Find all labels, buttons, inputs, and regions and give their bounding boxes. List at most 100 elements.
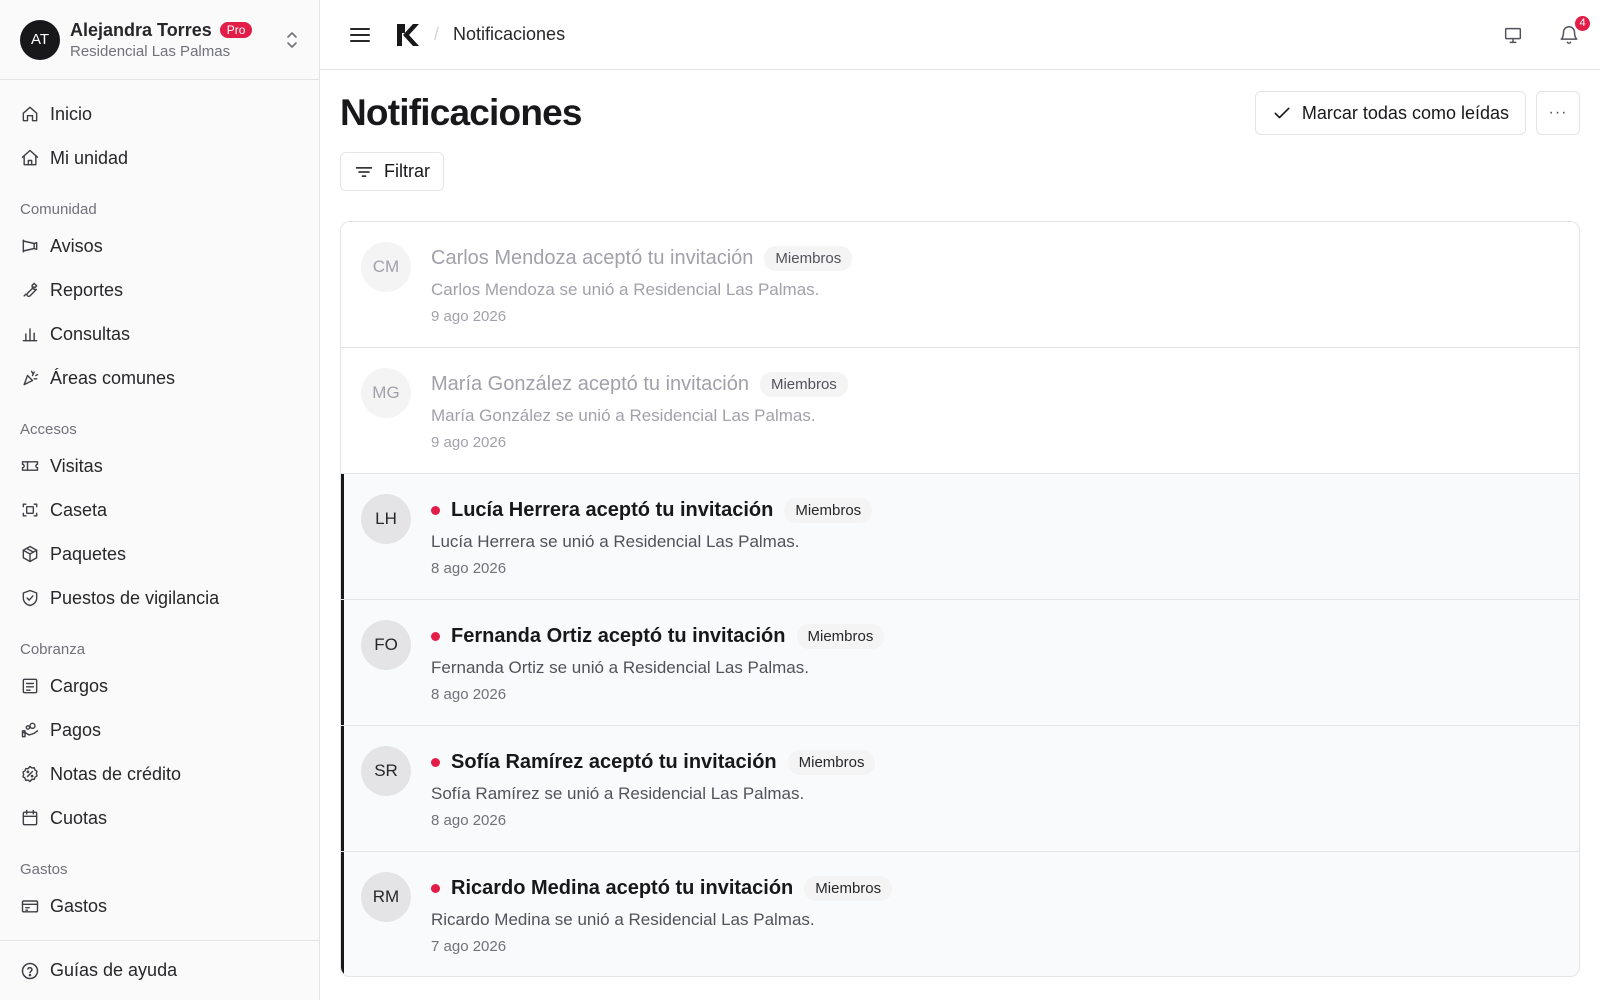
sidebar-item-gastos[interactable]: Gastos	[0, 884, 319, 928]
sidebar-item-cuotas[interactable]: Cuotas	[0, 796, 319, 840]
notification-item[interactable]: MG María González aceptó tu invitación Mie…	[341, 348, 1579, 474]
notification-description: Sofía Ramírez se unió a Residencial Las …	[431, 784, 805, 803]
unread-dot-icon	[431, 757, 440, 767]
bar-chart-icon	[20, 324, 40, 344]
party-popper-icon	[20, 368, 40, 388]
notification-body: Carlos Mendoza aceptó tu invitación Miemb…	[431, 242, 853, 347]
notification-item[interactable]: SR Sofía Ramírez aceptó tu invitación Miem…	[341, 726, 1579, 852]
page-title: Notificaciones	[340, 92, 583, 133]
notification-body: Fernanda Ortiz aceptó tu invitación Miemb…	[431, 620, 885, 725]
hand-coins-icon	[20, 720, 40, 740]
sidebar-item-guias-de-ayuda[interactable]: Guías de ayuda	[0, 949, 319, 993]
receipt-icon	[20, 676, 40, 696]
account-switcher[interactable]: AT Alejandra Torres Pro Residencial Las …	[0, 0, 319, 80]
main-area: / Notificaciones 4 Notificaciones Marcar…	[320, 0, 1600, 1000]
filter-icon	[354, 162, 374, 182]
notifications-page: Notificaciones Marcar todas como leídas …	[320, 70, 1600, 1000]
notification-title: Fernanda Ortiz aceptó tu invitación	[451, 624, 786, 647]
notification-date: 8 ago 2026	[431, 560, 507, 577]
sidebar-item-label: Áreas comunes	[50, 367, 176, 388]
breadcrumb-separator: /	[434, 24, 440, 44]
wallet-icon	[20, 896, 40, 916]
mark-all-read-button[interactable]: Marcar todas como leídas	[1254, 91, 1526, 135]
notification-description: Lucía Herrera se unió a Residencial Las …	[431, 532, 800, 551]
notification-body: María González aceptó tu invitación Miemb…	[431, 368, 848, 473]
sidebar-item-pagos[interactable]: Pagos	[0, 708, 319, 752]
notification-item[interactable]: FO Fernanda Ortiz aceptó tu invitación Mie…	[341, 600, 1579, 726]
badge-percent-icon	[20, 764, 40, 784]
wrench-icon	[20, 280, 40, 300]
nav-section-gastos: Gastos	[20, 861, 68, 878]
ticket-icon	[20, 456, 40, 476]
avatar: AT	[20, 19, 60, 60]
home-icon	[20, 104, 40, 124]
package-icon	[20, 544, 40, 564]
notification-item[interactable]: LH Lucía Herrera aceptó tu invitación Miem…	[341, 474, 1579, 600]
topbar: / Notificaciones 4	[320, 0, 1600, 70]
category-tag: Miembros	[764, 245, 853, 271]
notification-date: 9 ago 2026	[431, 434, 507, 451]
notification-title-row: Lucía Herrera aceptó tu invitación Miembr…	[431, 494, 873, 526]
sidebar-item-label: Mi unidad	[50, 147, 129, 168]
notification-item[interactable]: CM Carlos Mendoza aceptó tu invitación Mie…	[341, 222, 1579, 348]
menu-icon[interactable]	[348, 23, 372, 47]
notification-title: Lucía Herrera aceptó tu invitación	[451, 498, 774, 521]
unread-dot-icon	[431, 631, 440, 641]
sidebar-item-label: Avisos	[50, 235, 103, 256]
notification-title: Sofía Ramírez aceptó tu invitación	[451, 750, 777, 773]
sidebar-item-label: Puestos de vigilancia	[50, 587, 220, 608]
notification-title-row: Ricardo Medina aceptó tu invitación Miemb…	[431, 872, 893, 904]
nav-section-cobranza: Cobranza	[20, 641, 86, 658]
topbar-actions: 4	[1502, 13, 1592, 46]
sidebar-item-label: Guías de ayuda	[50, 960, 178, 980]
sidebar-item-reportes[interactable]: Reportes	[0, 268, 319, 312]
avatar: CM	[361, 242, 411, 292]
sidebar-item-label: Cargos	[50, 675, 109, 696]
notification-body: Lucía Herrera aceptó tu invitación Miembr…	[431, 494, 873, 599]
sidebar-item-areas-comunes[interactable]: Áreas comunes	[0, 356, 319, 400]
notification-date: 8 ago 2026	[431, 686, 507, 703]
sidebar-item-inicio[interactable]: Inicio	[0, 92, 319, 136]
sidebar-item-mi-unidad[interactable]: Mi unidad	[0, 136, 319, 180]
account-name: Alejandra Torres	[70, 19, 212, 40]
monitor-icon[interactable]	[1502, 24, 1524, 46]
filter-button[interactable]: Filtrar	[340, 152, 444, 191]
avatar: SR	[361, 746, 411, 796]
notification-item[interactable]: RM Ricardo Medina aceptó tu invitación Mie…	[341, 852, 1579, 976]
sidebar-item-consultas[interactable]: Consultas	[0, 312, 319, 356]
page-header: Notificaciones Marcar todas como leídas …	[340, 90, 1580, 136]
notification-date: 7 ago 2026	[431, 938, 507, 955]
sidebar-item-cargos[interactable]: Cargos	[0, 664, 319, 708]
notification-title: Carlos Mendoza aceptó tu invitación	[431, 246, 754, 269]
unread-dot-icon	[431, 883, 440, 893]
sidebar-item-label: Caseta	[50, 499, 108, 520]
account-info: Alejandra Torres Pro Residencial Las Pal…	[70, 20, 285, 60]
avatar: MG	[361, 368, 411, 418]
sidebar-item-visitas[interactable]: Visitas	[0, 444, 319, 488]
category-tag: Miembros	[784, 497, 873, 523]
header-actions: Marcar todas como leídas ···	[1254, 91, 1580, 135]
notification-title-row: María González aceptó tu invitación Miemb…	[431, 368, 848, 400]
sidebar-item-notas-de-credito[interactable]: Notas de crédito	[0, 752, 319, 796]
bell-icon[interactable]: 4	[1558, 13, 1592, 46]
notification-description: María González se unió a Residencial Las…	[431, 406, 816, 425]
calendar-icon	[20, 808, 40, 828]
more-options-button[interactable]: ···	[1536, 91, 1580, 135]
sidebar-item-label: Notas de crédito	[50, 763, 182, 784]
sidebar-item-paquetes[interactable]: Paquetes	[0, 532, 319, 576]
sidebar-item-caseta[interactable]: Caseta	[0, 488, 319, 532]
app-logo[interactable]	[394, 22, 420, 48]
category-tag: Miembros	[796, 623, 885, 649]
notification-description: Ricardo Medina se unió a Residencial Las…	[431, 910, 815, 929]
sidebar-item-avisos[interactable]: Avisos	[0, 224, 319, 268]
category-tag: Miembros	[759, 371, 848, 397]
plan-badge: Pro	[219, 22, 253, 38]
chevrons-up-down-icon	[285, 29, 299, 51]
avatar: FO	[361, 620, 411, 670]
megaphone-icon	[20, 236, 40, 256]
unread-dot-icon	[431, 505, 440, 515]
sidebar-item-puestos-de-vigilancia[interactable]: Puestos de vigilancia	[0, 576, 319, 620]
notification-title-row: Carlos Mendoza aceptó tu invitación Miemb…	[431, 242, 853, 274]
notification-description: Fernanda Ortiz se unió a Residencial Las…	[431, 658, 809, 677]
help-circle-icon	[20, 961, 40, 981]
